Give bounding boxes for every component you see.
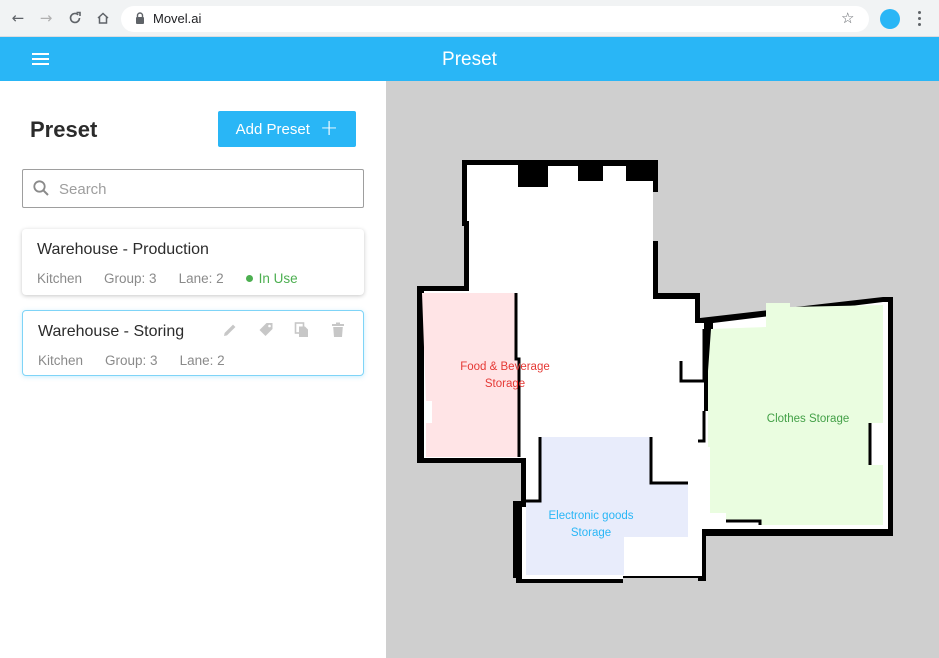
tag-icon[interactable] bbox=[257, 321, 275, 339]
add-preset-button[interactable]: Add Preset + bbox=[218, 111, 356, 147]
zone-label-line1: Clothes Storage bbox=[766, 413, 850, 425]
forward-arrow-icon[interactable]: → bbox=[37, 9, 55, 27]
card-actions bbox=[221, 321, 347, 339]
bookmark-star-icon[interactable]: ☆ bbox=[841, 9, 854, 27]
zone-label-line1: Electronic goods bbox=[548, 510, 634, 522]
floor-map[interactable]: Food & Beverage Storage Electronic goods… bbox=[386, 81, 939, 658]
zone-label-line2: Storage bbox=[570, 527, 612, 539]
address-url[interactable]: Movel.ai bbox=[153, 11, 201, 26]
add-preset-label: Add Preset bbox=[235, 120, 310, 138]
preset-group: Group: 3 bbox=[104, 271, 157, 286]
search-input[interactable] bbox=[59, 178, 349, 200]
zone-label-electronic-goods: Electronic goods Storage bbox=[541, 508, 641, 542]
preset-lane: Lane: 2 bbox=[179, 353, 225, 368]
status-badge: In Use bbox=[245, 271, 298, 286]
status-text: In Use bbox=[258, 271, 298, 286]
edit-icon[interactable] bbox=[221, 321, 239, 339]
duplicate-icon[interactable] bbox=[293, 321, 311, 339]
preset-location: Kitchen bbox=[38, 353, 84, 368]
browser-toolbar: ← → Movel.ai ☆ bbox=[0, 0, 939, 37]
preset-location: Kitchen bbox=[37, 271, 83, 286]
plus-icon: + bbox=[319, 116, 339, 141]
zone-label-food-beverage: Food & Beverage Storage bbox=[456, 359, 554, 393]
profile-avatar[interactable] bbox=[880, 9, 900, 29]
back-arrow-icon[interactable]: ← bbox=[9, 9, 27, 27]
home-icon[interactable] bbox=[94, 9, 112, 27]
address-bar[interactable] bbox=[121, 6, 869, 32]
zone-label-clothes-storage: Clothes Storage bbox=[756, 411, 860, 428]
preset-lane: Lane: 2 bbox=[178, 271, 224, 286]
app-bar: Preset bbox=[0, 37, 939, 81]
preset-card-selected[interactable]: Warehouse - Storing Kitchen Group: 3 Lan… bbox=[22, 310, 364, 376]
preset-name: Warehouse - Storing bbox=[38, 323, 185, 340]
more-menu-icon[interactable] bbox=[912, 9, 926, 27]
search-box[interactable] bbox=[22, 169, 364, 208]
status-dot-icon bbox=[245, 275, 253, 282]
preset-name: Warehouse - Production bbox=[37, 241, 209, 258]
zone-label-line2: Storage bbox=[484, 378, 526, 390]
delete-icon[interactable] bbox=[329, 321, 347, 339]
preset-meta: Kitchen Group: 3 Lane: 2 bbox=[38, 353, 225, 368]
reload-icon[interactable] bbox=[66, 9, 84, 27]
zone-label-line1: Food & Beverage bbox=[460, 361, 550, 373]
lock-icon bbox=[133, 11, 147, 25]
preset-group: Group: 3 bbox=[105, 353, 158, 368]
preset-card[interactable]: Warehouse - Production Kitchen Group: 3 … bbox=[22, 229, 364, 295]
preset-panel: Preset Add Preset + Warehouse - Producti… bbox=[0, 81, 386, 658]
app-bar-title: Preset bbox=[442, 49, 497, 70]
preset-meta: Kitchen Group: 3 Lane: 2 In Use bbox=[37, 271, 298, 286]
panel-title: Preset bbox=[30, 117, 98, 142]
search-icon bbox=[33, 180, 49, 196]
